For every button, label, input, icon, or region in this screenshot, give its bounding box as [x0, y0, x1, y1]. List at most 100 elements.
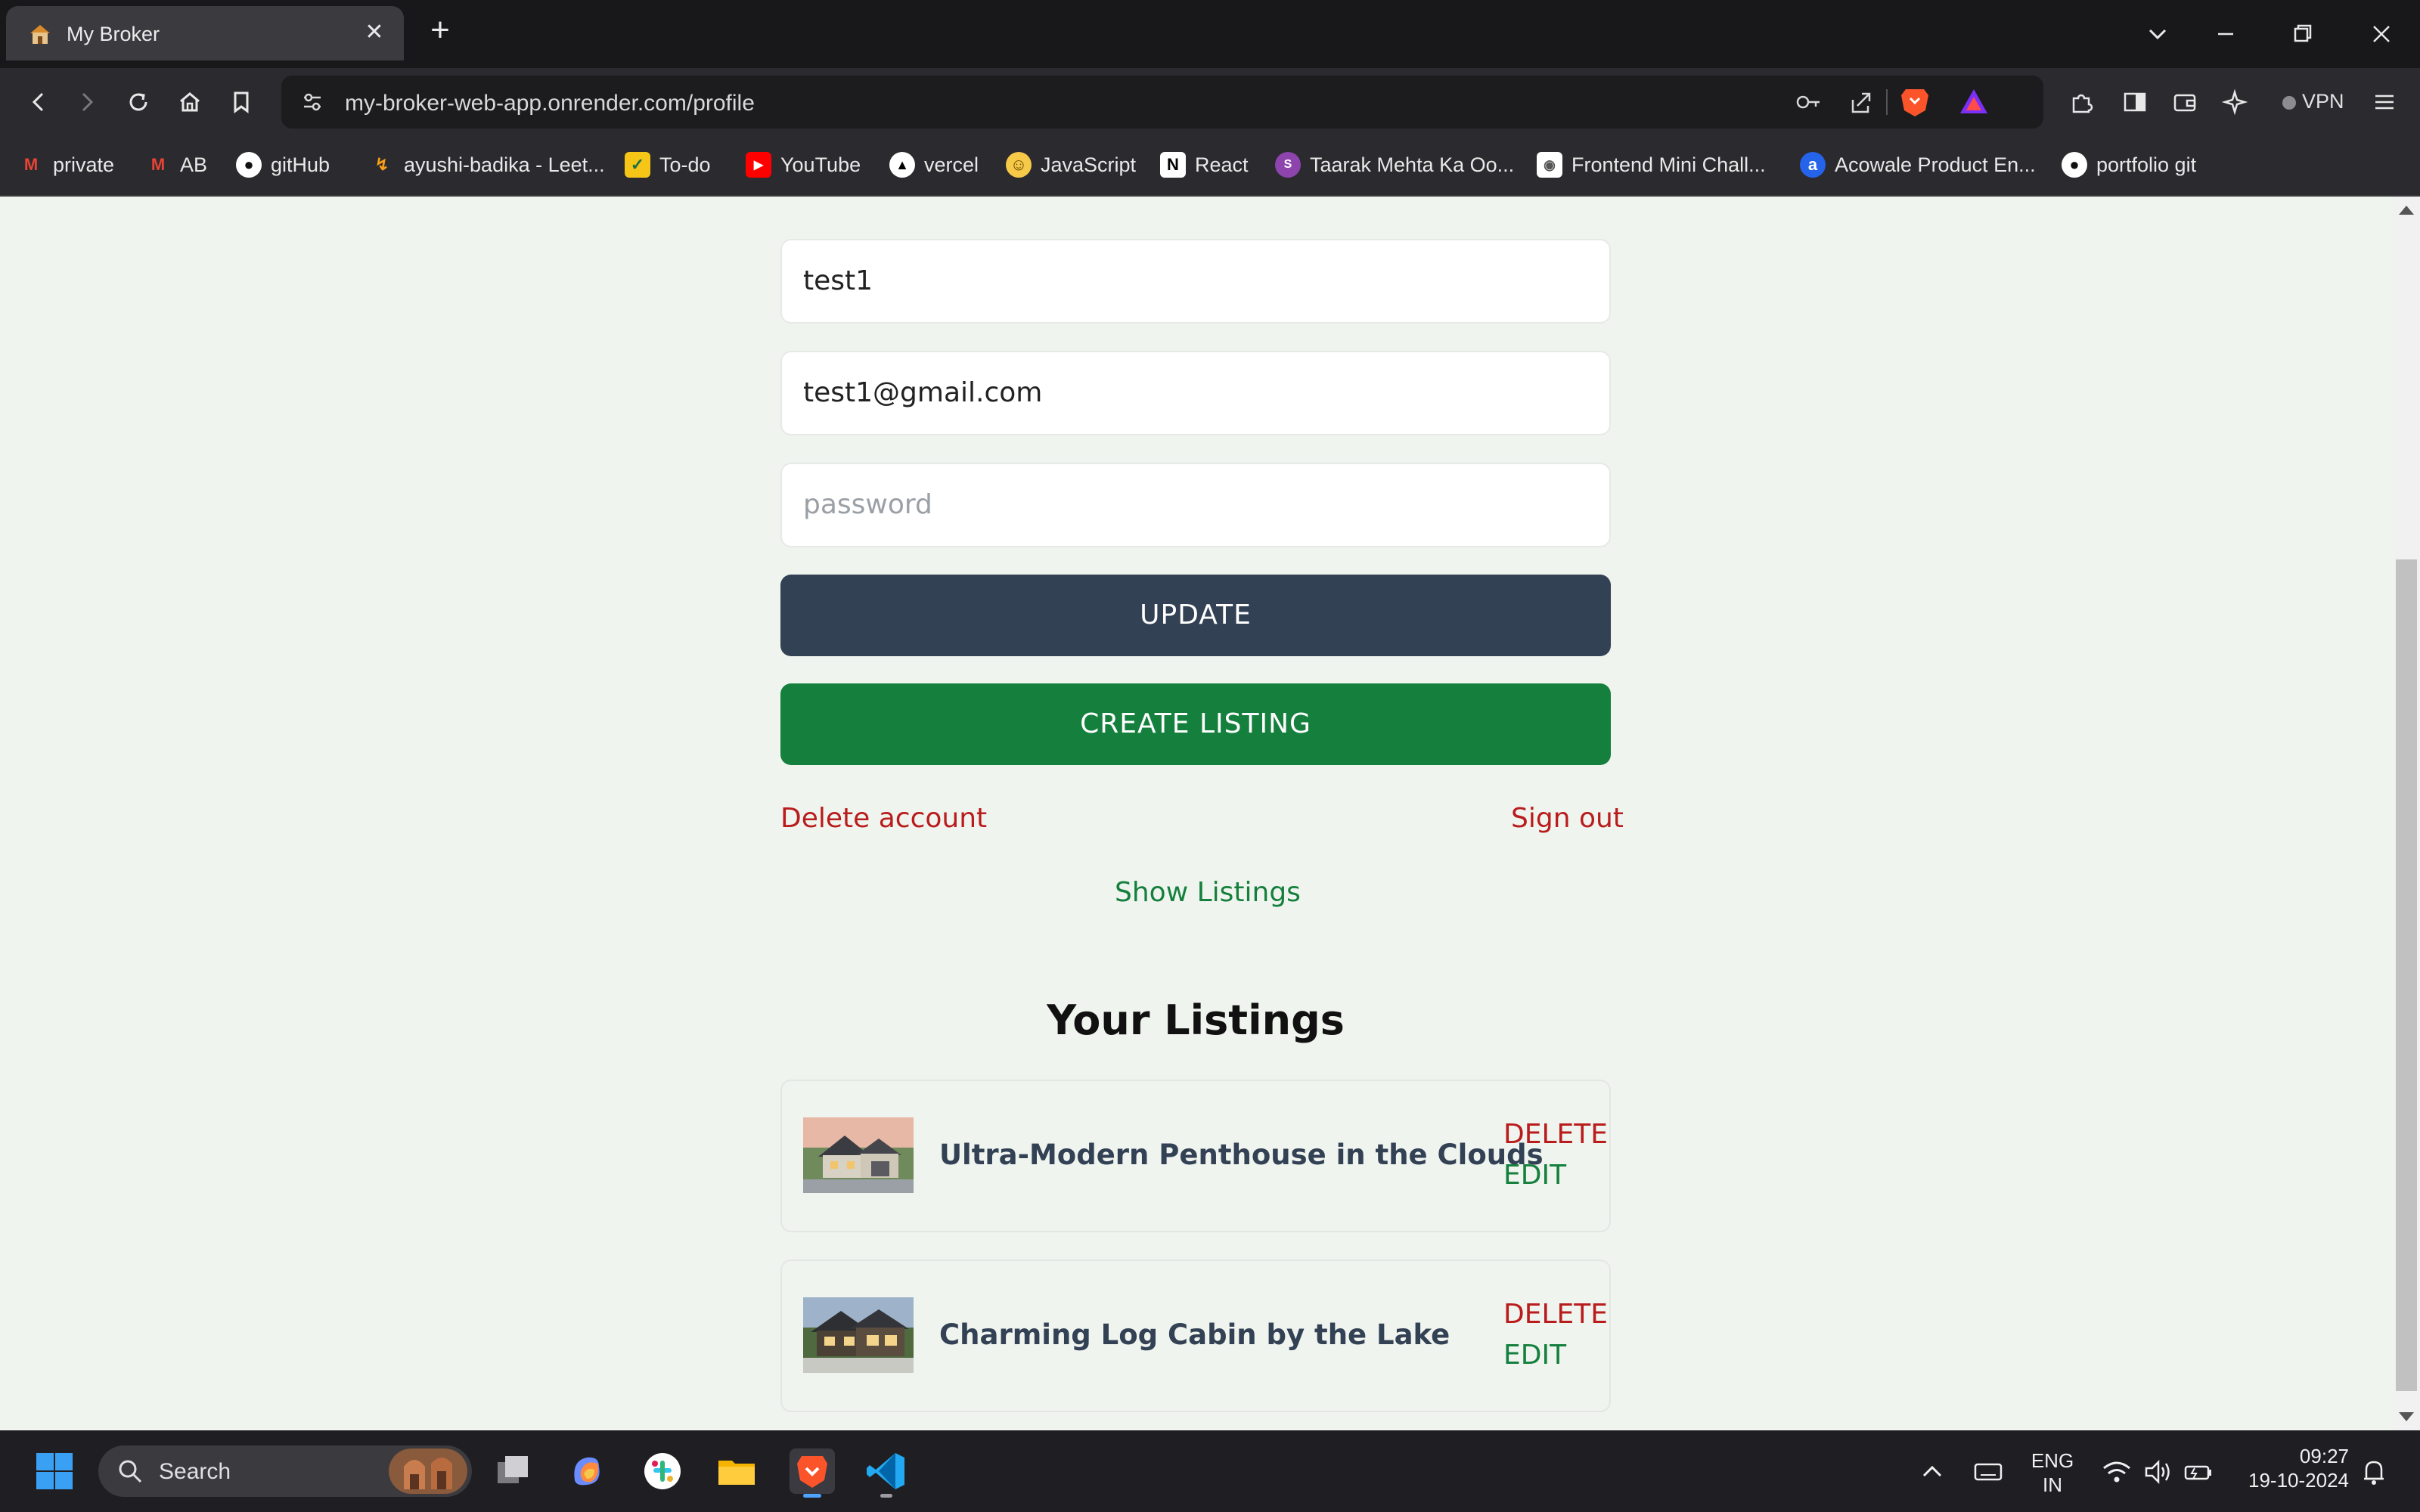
bookmark-item[interactable]: M AB: [145, 150, 207, 180]
browser-toolbar: my-broker-web-app.onrender.com/profile V…: [0, 68, 2420, 136]
volume-icon[interactable]: [2139, 1453, 2176, 1491]
vpn-status-icon: [2282, 96, 2296, 110]
reload-icon[interactable]: [121, 85, 156, 119]
listing-image[interactable]: [803, 1297, 914, 1373]
gmail-icon: M: [150, 155, 166, 174]
back-icon[interactable]: [21, 85, 56, 119]
tab-list-chevron-icon[interactable]: [2139, 15, 2176, 53]
minimize-icon[interactable]: [2207, 15, 2245, 53]
site-settings-icon[interactable]: [296, 86, 328, 118]
vercel-icon: ▲: [889, 152, 915, 178]
vpn-label: VPN: [2302, 90, 2344, 113]
wallet-icon[interactable]: [2167, 85, 2202, 119]
update-button[interactable]: UPDATE: [780, 575, 1611, 656]
listing-card: Charming Log Cabin by the Lake DELETE ED…: [780, 1259, 1611, 1412]
tab-title: My Broker: [67, 23, 160, 45]
brave-browser-icon[interactable]: [790, 1448, 835, 1498]
running-indicator: [880, 1494, 892, 1498]
copilot-icon[interactable]: [564, 1448, 610, 1494]
language-indicator[interactable]: ENG IN: [2027, 1448, 2078, 1497]
bookmark-label: React: [1195, 153, 1249, 176]
bookmark-item[interactable]: a Acowale Product En...: [1800, 150, 2036, 180]
listing-card: Ultra-Modern Penthouse in the Clouds DEL…: [780, 1080, 1611, 1232]
keyboard-icon[interactable]: [1969, 1453, 2007, 1491]
listing-title[interactable]: Ultra-Modern Penthouse in the Clouds: [939, 1139, 1544, 1171]
bookmark-item[interactable]: ✓ To-do: [625, 150, 711, 180]
listing-edit-button[interactable]: EDIT: [1503, 1340, 1566, 1371]
windows-start-icon[interactable]: [32, 1448, 77, 1494]
bookmark-label: YouTube: [780, 153, 861, 176]
vpn-button[interactable]: VPN: [2269, 83, 2358, 119]
file-explorer-icon[interactable]: [714, 1448, 759, 1494]
listing-edit-button[interactable]: EDIT: [1503, 1160, 1566, 1191]
home-icon[interactable]: [172, 85, 207, 119]
task-view-icon[interactable]: [490, 1448, 535, 1494]
windows-taskbar: Search ENG IN 09:27 19-10-2024: [0, 1430, 2420, 1512]
gmail-icon: M: [23, 155, 39, 174]
clock-time: 09:27: [2299, 1445, 2349, 1467]
browser-tab[interactable]: My Broker ✕: [6, 6, 404, 60]
bookmark-label: AB: [180, 153, 208, 176]
close-window-icon[interactable]: [2363, 15, 2400, 53]
forward-icon[interactable]: [70, 85, 104, 119]
bookmark-item[interactable]: ● gitHub: [236, 150, 330, 180]
delete-account-link[interactable]: Delete account: [780, 803, 987, 834]
battery-icon[interactable]: [2180, 1453, 2217, 1491]
scroll-down-icon[interactable]: [2399, 1412, 2414, 1421]
bookmark-label: JavaScript: [1041, 153, 1137, 176]
emoji-icon: ☺: [1006, 152, 1032, 178]
close-tab-icon[interactable]: ✕: [360, 18, 389, 47]
tray-chevron-up-icon[interactable]: [1913, 1453, 1951, 1491]
email-field[interactable]: test1@gmail.com: [780, 351, 1611, 435]
bookmark-label: Taarak Mehta Ka Oo...: [1310, 153, 1515, 176]
bookmark-label: portfolio git: [2096, 153, 2197, 176]
bookmark-label: vercel: [924, 153, 979, 176]
notification-bell-icon[interactable]: [2355, 1453, 2393, 1491]
vscode-icon[interactable]: [864, 1448, 909, 1498]
page-scrollbar[interactable]: [2393, 197, 2420, 1430]
username-field[interactable]: test1: [780, 239, 1611, 324]
bookmark-item[interactable]: ▶ YouTube: [746, 150, 861, 180]
bookmark-item[interactable]: ☺ JavaScript: [1006, 150, 1136, 180]
bookmark-item[interactable]: Mprivate: [18, 150, 114, 180]
bookmark-item[interactable]: S Taarak Mehta Ka Oo...: [1275, 150, 1514, 180]
wifi-icon[interactable]: [2098, 1453, 2136, 1491]
sidebar-icon[interactable]: [2118, 85, 2152, 119]
extensions-icon[interactable]: [2065, 85, 2099, 119]
bookmark-item[interactable]: ▲ vercel: [889, 150, 979, 180]
bookmark-item[interactable]: ◉ Frontend Mini Chall...: [1537, 150, 1766, 180]
bookmark-item[interactable]: ↯ ayushi-badika - Leet...: [369, 150, 605, 180]
bookmark-item[interactable]: N React: [1160, 150, 1249, 180]
language-code: ENG: [2031, 1449, 2074, 1472]
scroll-thumb[interactable]: [2396, 559, 2417, 1391]
menu-icon[interactable]: [2367, 85, 2402, 119]
github-icon: ●: [236, 152, 262, 178]
url-text[interactable]: my-broker-web-app.onrender.com/profile: [345, 91, 755, 116]
bookmark-icon[interactable]: [224, 85, 259, 119]
listings-heading: Your Listings: [1047, 996, 1345, 1044]
house-icon: [30, 25, 50, 44]
listing-delete-button[interactable]: DELETE: [1503, 1299, 1608, 1330]
address-bar[interactable]: my-broker-web-app.onrender.com/profile: [281, 76, 2043, 129]
share-icon[interactable]: [1844, 86, 1876, 118]
bookmark-item[interactable]: ● portfolio git: [2062, 150, 2196, 180]
show-listings-link[interactable]: Show Listings: [1115, 877, 1301, 908]
bookmark-label: Frontend Mini Chall...: [1571, 153, 1766, 176]
brave-shields-icon[interactable]: [1898, 85, 1931, 119]
listing-delete-button[interactable]: DELETE: [1503, 1119, 1608, 1150]
clock[interactable]: 09:27 19-10-2024: [2237, 1444, 2349, 1492]
leo-ai-icon[interactable]: [2217, 85, 2252, 119]
password-field[interactable]: password: [780, 463, 1611, 547]
acowale-icon: a: [1800, 152, 1826, 178]
sign-out-link[interactable]: Sign out: [1511, 803, 1624, 834]
create-listing-button[interactable]: CREATE LISTING: [780, 683, 1611, 765]
brave-rewards-icon[interactable]: [1957, 86, 1990, 118]
new-tab-icon[interactable]: +: [424, 14, 457, 48]
slack-icon[interactable]: [640, 1448, 685, 1494]
listing-title[interactable]: Charming Log Cabin by the Lake: [939, 1318, 1450, 1351]
restore-icon[interactable]: [2284, 15, 2322, 53]
key-icon[interactable]: [1792, 86, 1824, 118]
listing-image[interactable]: [803, 1117, 914, 1193]
taskbar-search[interactable]: Search: [98, 1445, 472, 1497]
scroll-up-icon[interactable]: [2399, 206, 2414, 215]
